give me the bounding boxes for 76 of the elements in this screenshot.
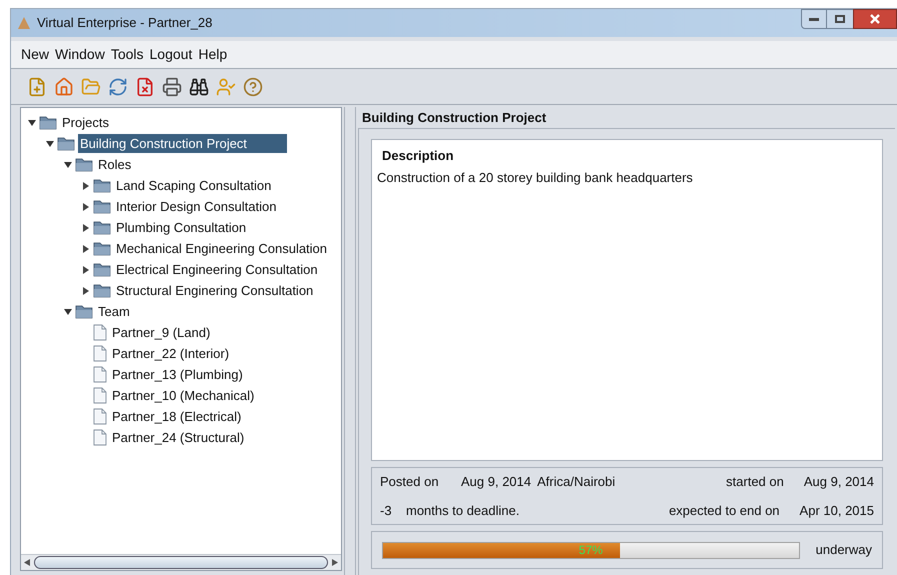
tree-item[interactable]: Roles bbox=[96, 155, 134, 174]
tree-item[interactable]: Electrical Engineering Consultation bbox=[114, 260, 320, 279]
document-icon bbox=[93, 324, 107, 341]
tree-item[interactable]: Partner_22 (Interior) bbox=[110, 344, 232, 363]
document-icon bbox=[93, 387, 107, 404]
tree-item[interactable]: Partner_24 (Structural) bbox=[110, 428, 246, 447]
document-icon bbox=[93, 408, 107, 425]
tree-item[interactable]: Partner_9 (Land) bbox=[110, 323, 212, 342]
tree-item[interactable]: Team bbox=[96, 302, 132, 321]
folder-icon bbox=[93, 178, 111, 193]
expanded-arrow-icon[interactable] bbox=[28, 118, 36, 126]
tree-item[interactable]: Interior Design Consultation bbox=[114, 197, 278, 216]
close-button[interactable] bbox=[853, 9, 897, 29]
description-text: Construction of a 20 storey building bank headquarters bbox=[377, 168, 694, 187]
document-icon bbox=[93, 366, 107, 383]
expanded-arrow-icon[interactable] bbox=[64, 160, 72, 168]
posted-date: Aug 9, 2014 bbox=[461, 473, 532, 491]
tree-item[interactable]: Building Construction Project bbox=[78, 134, 287, 153]
printer-icon[interactable] bbox=[162, 76, 182, 96]
home-icon[interactable] bbox=[54, 76, 74, 96]
progress-reading: 57% bbox=[578, 542, 604, 558]
folder-icon bbox=[93, 283, 111, 298]
status-text: underway bbox=[816, 541, 872, 560]
started-label: started on bbox=[726, 473, 784, 491]
tree-item[interactable]: Projects bbox=[60, 113, 111, 132]
folder-icon bbox=[75, 304, 93, 319]
expanded-arrow-icon[interactable] bbox=[64, 308, 72, 316]
close-icon bbox=[870, 14, 880, 24]
tree-item[interactable]: Mechanical Engineering Consulation bbox=[114, 239, 330, 258]
tree-item[interactable]: Partner_10 (Mechanical) bbox=[110, 386, 256, 405]
folder-icon bbox=[57, 136, 75, 151]
collapsed-arrow-icon[interactable] bbox=[82, 266, 90, 274]
folder-icon bbox=[39, 115, 57, 130]
scroll-right-icon[interactable] bbox=[332, 559, 338, 566]
minimize-button[interactable] bbox=[801, 9, 827, 29]
document-icon bbox=[93, 345, 107, 362]
timezone: Africa/Nairobi bbox=[537, 473, 616, 491]
binoculars-icon[interactable] bbox=[189, 76, 209, 96]
end-label: expected to end on bbox=[668, 502, 780, 520]
window-title: Virtual Enterprise - Partner_28 bbox=[37, 14, 212, 32]
refresh-icon[interactable] bbox=[108, 76, 128, 96]
folder-icon bbox=[93, 220, 111, 235]
tree-item[interactable]: Plumbing Consultation bbox=[114, 218, 248, 237]
folder-icon bbox=[75, 157, 93, 172]
folder-icon bbox=[93, 241, 111, 256]
deadline-text: months to deadline. bbox=[406, 502, 520, 520]
menu-item[interactable]: Tools bbox=[110, 44, 144, 65]
help-icon[interactable] bbox=[243, 76, 263, 96]
menu-item[interactable]: Window bbox=[55, 44, 105, 65]
maximize-button[interactable] bbox=[827, 9, 853, 29]
end-date: Apr 10, 2015 bbox=[800, 502, 874, 520]
app-logo-icon bbox=[17, 16, 31, 30]
folder-icon bbox=[93, 262, 111, 277]
collapsed-arrow-icon[interactable] bbox=[82, 244, 90, 252]
expanded-arrow-icon[interactable] bbox=[46, 140, 54, 148]
tree-item[interactable]: Partner_18 (Electrical) bbox=[110, 407, 244, 426]
tree-item[interactable]: Structural Enginering Consultation bbox=[114, 281, 316, 300]
panel-title: Building Construction Project bbox=[358, 107, 895, 129]
horizontal-scrollbar[interactable] bbox=[21, 554, 341, 570]
document-icon bbox=[93, 429, 107, 446]
menu-item[interactable]: Logout bbox=[150, 44, 192, 65]
description-heading: Description bbox=[381, 147, 455, 165]
delete-document-icon[interactable] bbox=[135, 76, 155, 96]
folder-icon bbox=[93, 199, 111, 214]
menu-item[interactable]: New bbox=[21, 44, 50, 65]
collapsed-arrow-icon[interactable] bbox=[82, 286, 90, 294]
scroll-left-icon[interactable] bbox=[24, 559, 30, 566]
posted-label: Posted on bbox=[380, 473, 440, 491]
collapsed-arrow-icon[interactable] bbox=[82, 202, 90, 210]
collapsed-arrow-icon[interactable] bbox=[82, 182, 90, 190]
tree-item[interactable]: Partner_13 (Plumbing) bbox=[110, 365, 245, 384]
months-value: -3 bbox=[380, 502, 393, 520]
collapsed-arrow-icon[interactable] bbox=[82, 224, 90, 232]
tree-item[interactable]: Land Scaping Consultation bbox=[114, 176, 274, 195]
started-date: Aug 9, 2014 bbox=[804, 473, 874, 491]
menu-item[interactable]: Help bbox=[198, 44, 228, 65]
